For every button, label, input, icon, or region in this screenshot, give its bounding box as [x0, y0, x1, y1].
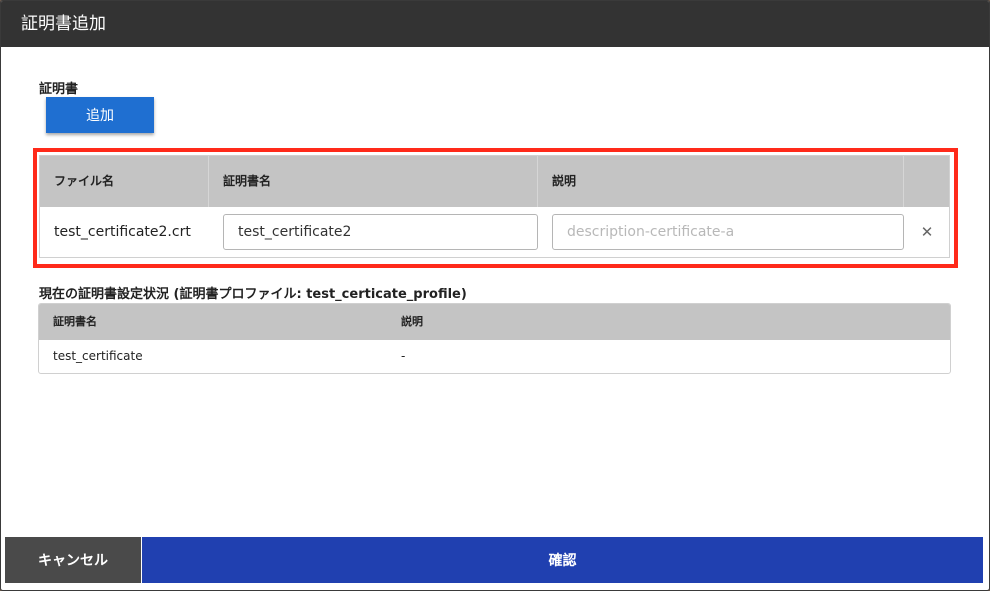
- column-header-file-name: ファイル名: [40, 156, 209, 207]
- add-certificate-button[interactable]: 追加: [46, 97, 154, 133]
- table-row: test_certificate -: [39, 340, 950, 373]
- column-header-description: 説明: [538, 156, 904, 207]
- file-name-cell: test_certificate2.crt: [54, 224, 191, 240]
- table-row: test_certificate2.crt ✕: [40, 207, 949, 257]
- column-header-description: 説明: [401, 315, 423, 328]
- current-certificates-table-header: 証明書名 説明: [39, 304, 950, 340]
- current-status-heading: 現在の証明書設定状況 (証明書プロファイル: test_certicate_pr…: [39, 287, 467, 302]
- dialog-footer: キャンセル 確認: [5, 537, 983, 583]
- description-input[interactable]: [552, 214, 904, 250]
- cancel-button[interactable]: キャンセル: [5, 537, 141, 583]
- confirm-button[interactable]: 確認: [142, 537, 983, 583]
- current-certificates-table: 証明書名 説明 test_certificate -: [38, 303, 951, 374]
- column-header-certificate-name: 証明書名: [53, 315, 97, 328]
- certificate-name-input[interactable]: [223, 214, 538, 250]
- add-certificate-dialog: 証明書追加 証明書 追加 ファイル名 証明書名 説明 test_certific…: [0, 0, 990, 591]
- column-header-actions: [904, 156, 949, 207]
- new-certificates-table: ファイル名 証明書名 説明 test_certificate2.crt ✕: [39, 155, 950, 258]
- new-certificates-table-header: ファイル名 証明書名 説明: [40, 156, 949, 207]
- dialog-title: 証明書追加: [1, 1, 989, 47]
- column-header-certificate-name: 証明書名: [209, 156, 538, 207]
- description-cell: -: [401, 349, 406, 363]
- certificate-section-label: 証明書: [39, 82, 79, 97]
- certificate-name-cell: test_certificate: [53, 349, 143, 363]
- close-icon[interactable]: ✕: [914, 219, 940, 245]
